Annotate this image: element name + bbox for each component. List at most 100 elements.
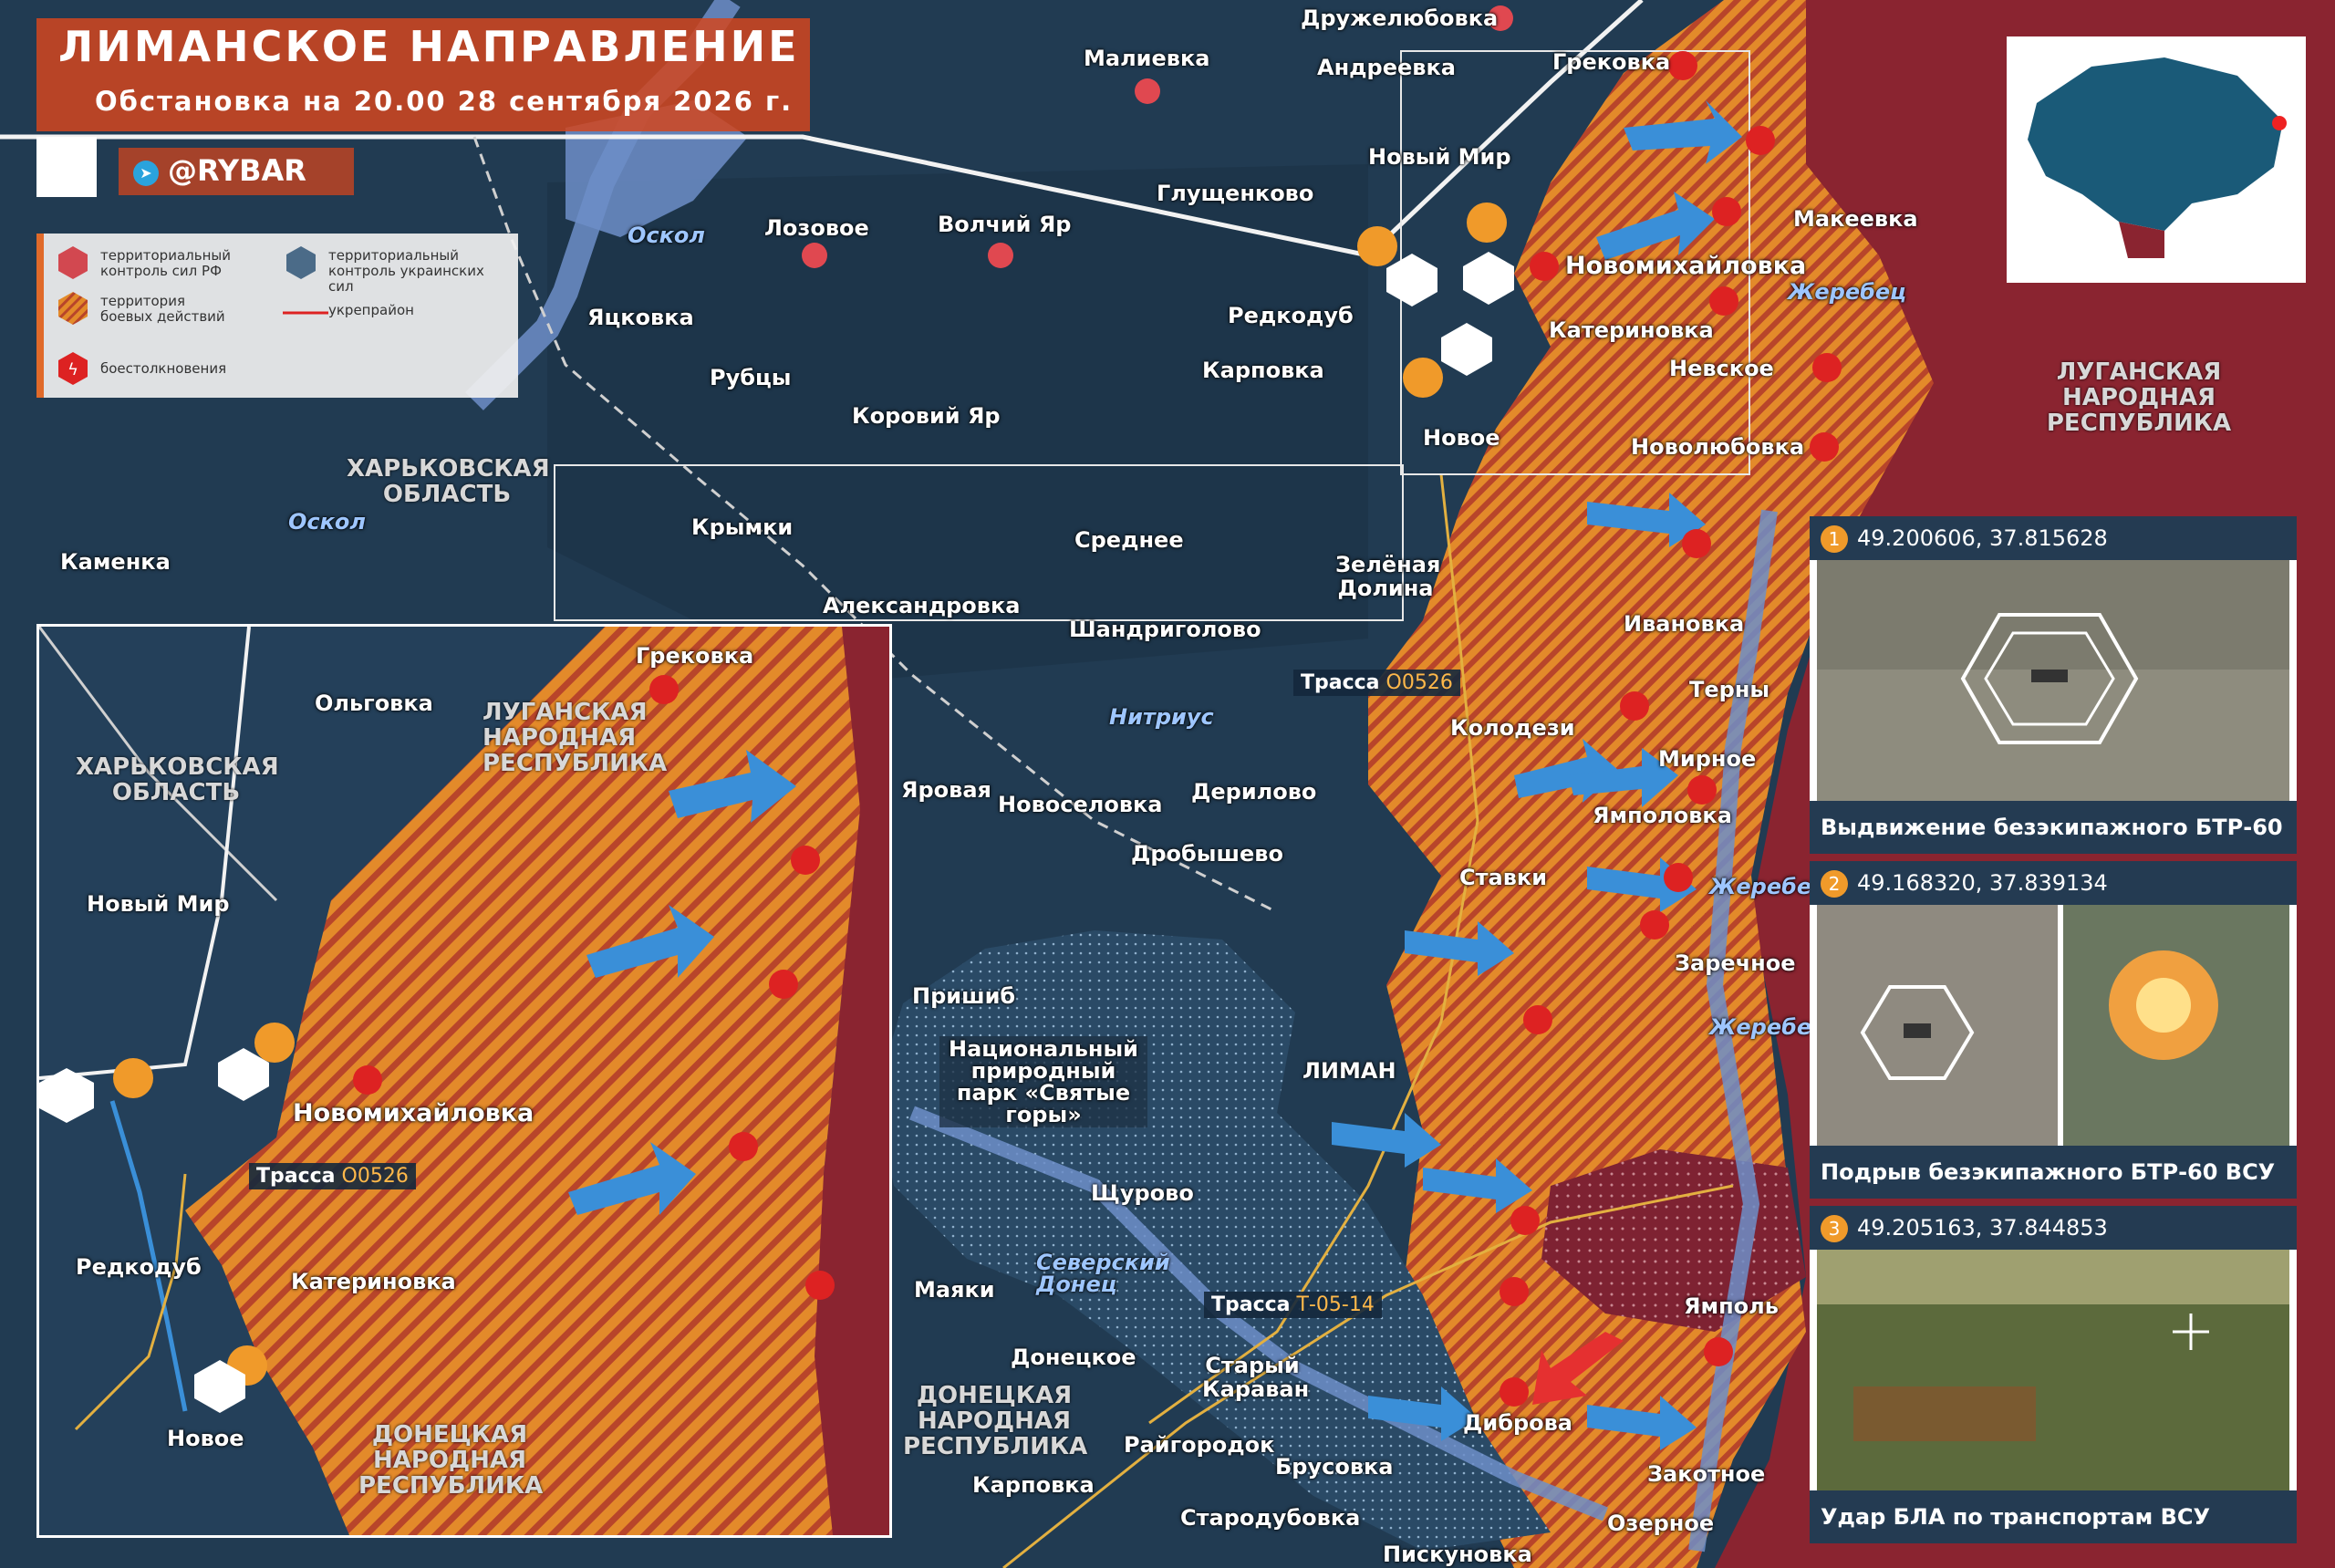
qr-code-icon[interactable] <box>36 137 97 197</box>
place-label[interactable]: Малиевка <box>1084 46 1209 71</box>
region-donetsk: ДОНЕЦКАЯ НАРОДНАЯ РЕСПУБЛИКА <box>903 1382 1088 1460</box>
road-prefix: Трасса <box>256 1165 336 1188</box>
place-label[interactable]: Щурово <box>1091 1180 1194 1206</box>
legend-clashes: боестолкновения <box>100 360 227 377</box>
place-label[interactable]: Лозовое <box>764 215 869 241</box>
inset-place-label[interactable]: Новое <box>167 1426 244 1451</box>
inset-place-label[interactable]: Грековка <box>636 643 753 669</box>
place-label[interactable]: Рубцы <box>710 365 791 390</box>
ukraine-minimap[interactable] <box>2007 36 2306 283</box>
place-label[interactable]: Яцковка <box>587 305 694 330</box>
photo-image <box>1817 1250 2289 1490</box>
photo-header: 2 49.168320, 37.839134 <box>1810 861 2297 905</box>
river-oskol-2: Оскол <box>288 509 366 535</box>
inset-place-label[interactable]: Ольговка <box>315 691 433 716</box>
place-label[interactable]: Глущенково <box>1157 181 1313 206</box>
place-label[interactable]: Дерилово <box>1191 779 1316 805</box>
river-oskol-1: Оскол <box>628 223 705 248</box>
road-prefix: Трасса <box>1301 671 1380 694</box>
place-label[interactable]: Пришиб <box>912 983 1015 1009</box>
place-label[interactable]: Дробышево <box>1131 841 1283 867</box>
place-label[interactable]: Пискуновка <box>1383 1542 1532 1567</box>
river-donets: Северский Донец <box>1036 1250 1170 1297</box>
photo-panel-3[interactable]: 3 49.205163, 37.844853 Удар БЛА по трансп… <box>1810 1206 2297 1543</box>
road-prefix: Трасса <box>1211 1293 1291 1316</box>
photo-image <box>1817 560 2289 801</box>
map-legend: территориальный контроль сил РФ территор… <box>36 234 518 398</box>
inset-place-label[interactable]: Катериновка <box>291 1269 456 1294</box>
place-label[interactable]: Дружелюбовка <box>1301 5 1498 31</box>
place-label[interactable]: ЛИМАН <box>1302 1058 1396 1084</box>
place-label[interactable]: Брусовка <box>1275 1454 1394 1480</box>
photo-number: 1 <box>1821 525 1848 553</box>
place-label[interactable]: Зелёная Долина <box>1335 553 1440 600</box>
place-label[interactable]: Ямполь <box>1684 1293 1779 1319</box>
photo-panel-1[interactable]: 1 49.200606, 37.815628 Выдвижение безэкип… <box>1810 516 2297 893</box>
place-label[interactable]: Коровий Яр <box>852 403 1001 429</box>
minimap-graphics <box>2009 39 2303 280</box>
place-label[interactable]: Маяки <box>914 1277 995 1303</box>
legend-ua-control: территориальный контроль украинских сил <box>328 247 484 295</box>
photo-panel-2[interactable]: 2 49.168320, 37.839134 Подрыв безэкипажно… <box>1810 861 2297 1199</box>
inset-region-lugansk: ЛУГАНСКАЯ НАРОДНАЯ РЕСПУБЛИКА <box>483 699 668 777</box>
place-label[interactable]: Новомихайловка <box>1565 252 1806 280</box>
inset-place-label[interactable]: Новый Мир <box>87 891 230 917</box>
road-label-o0526: Трасса О0526 <box>1293 670 1460 696</box>
place-label[interactable]: Невское <box>1669 356 1774 381</box>
road-code: О0526 <box>341 1165 409 1188</box>
inset-place-label[interactable]: Редкодуб <box>76 1254 202 1280</box>
page-title: ЛИМАНСКОЕ НАПРАВЛЕНИЕ <box>58 22 800 71</box>
place-label[interactable]: Каменка <box>60 549 171 575</box>
place-label[interactable]: Шандриголово <box>1069 617 1261 642</box>
channel-handle[interactable]: @RYBAR <box>168 153 306 188</box>
inset-road-label: Трасса О0526 <box>249 1163 416 1189</box>
place-label[interactable]: Закотное <box>1647 1461 1765 1487</box>
inset-region-kharkiv: ХАРЬКОВСКАЯ ОБЛАСТЬ <box>76 753 279 806</box>
place-label[interactable]: Александровка <box>823 593 1020 618</box>
combat-zone-icon <box>58 292 88 325</box>
place-label[interactable]: Диброва <box>1463 1410 1572 1436</box>
place-label[interactable]: Андреевка <box>1317 55 1456 80</box>
place-label[interactable]: Колодези <box>1450 715 1575 741</box>
place-label[interactable]: Катериновка <box>1549 317 1714 343</box>
place-label[interactable]: Озерное <box>1607 1511 1714 1536</box>
place-label[interactable]: Карповка <box>1202 358 1324 383</box>
place-label[interactable]: Заречное <box>1675 950 1796 976</box>
ru-control-icon <box>58 246 88 279</box>
inset-region-donetsk: ДОНЕЦКАЯ НАРОДНАЯ РЕСПУБЛИКА <box>358 1421 544 1500</box>
road-code: Т-05-14 <box>1296 1293 1375 1316</box>
place-label[interactable]: Новоселовка <box>998 792 1163 817</box>
place-label[interactable]: Яровая <box>901 777 991 803</box>
place-label[interactable]: Новолюбовка <box>1631 434 1804 460</box>
inset-place-label[interactable]: Новомихайловка <box>293 1099 534 1127</box>
place-label[interactable]: Райгородок <box>1124 1432 1274 1458</box>
svg-text:ϟ: ϟ <box>67 360 78 379</box>
place-label[interactable]: Грековка <box>1552 49 1670 75</box>
place-label[interactable]: Ивановка <box>1624 611 1744 637</box>
photo-number: 2 <box>1821 870 1848 898</box>
place-label[interactable]: Редкодуб <box>1228 303 1354 328</box>
place-label[interactable]: Ставки <box>1459 865 1547 890</box>
place-label[interactable]: Карповка <box>972 1472 1095 1498</box>
place-label[interactable]: Волчий Яр <box>938 212 1071 237</box>
photo-caption: Удар БЛА по транспортам ВСУ <box>1810 1490 2297 1543</box>
place-label[interactable]: Стародубовка <box>1180 1505 1360 1531</box>
legend-combat-zone: территория боевых действий <box>100 293 225 325</box>
clash-icon: ϟ <box>58 352 88 385</box>
place-label[interactable]: Донецкое <box>1011 1345 1136 1370</box>
photo-caption: Выдвижение безэкипажного БТР-60 ВСУ <box>1810 801 2297 893</box>
place-label[interactable]: Ямполовка <box>1593 803 1732 828</box>
place-label[interactable]: Новый Мир <box>1368 144 1511 170</box>
photo-coords: 49.205163, 37.844853 <box>1857 1215 2108 1241</box>
place-label[interactable]: Среднее <box>1074 527 1184 553</box>
place-label[interactable]: Старый Караван <box>1202 1354 1309 1401</box>
road-label-t0514: Трасса Т-05-14 <box>1204 1292 1382 1318</box>
place-label[interactable]: Мирное <box>1658 746 1756 772</box>
inset-map[interactable]: ЛУГАНСКАЯ НАРОДНАЯ РЕСПУБЛИКА ХАРЬКОВСКА… <box>36 624 892 1538</box>
place-label[interactable]: Терны <box>1689 677 1769 702</box>
ua-control-icon <box>286 246 316 279</box>
place-label[interactable]: Крымки <box>691 514 793 540</box>
telegram-icon[interactable]: ➤ <box>133 161 159 186</box>
place-label[interactable]: Макеевка <box>1793 206 1918 232</box>
place-label[interactable]: Новое <box>1423 425 1500 451</box>
